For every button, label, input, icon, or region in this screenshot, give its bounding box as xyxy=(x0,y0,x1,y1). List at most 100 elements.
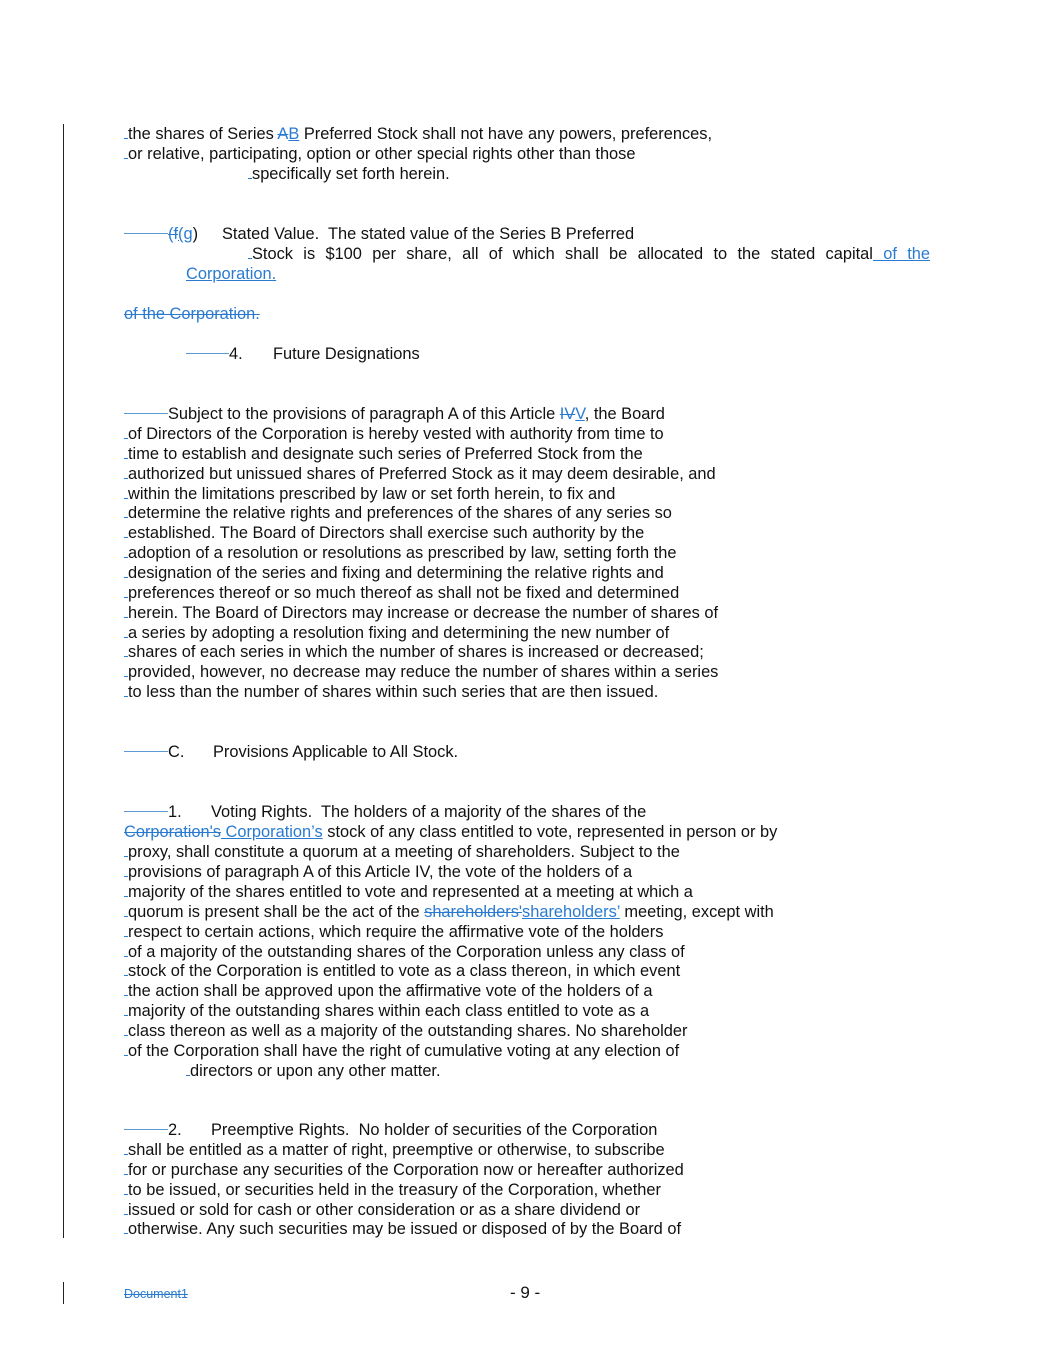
text-line: otherwise. Any such securities may be is… xyxy=(124,1219,681,1239)
text-run: shares of each series in which the numbe… xyxy=(128,643,704,662)
deleted-text: Corporation's xyxy=(124,823,221,841)
text-run: Voting Rights. The holders of a majority… xyxy=(211,803,647,821)
text-run: herein. The Board of Directors may incre… xyxy=(128,603,719,622)
text-line: of a majority of the outstanding shares … xyxy=(124,942,685,962)
text-run: otherwise. Any such securities may be is… xyxy=(128,1220,682,1239)
deleted-text: shareholders' xyxy=(424,902,523,921)
text-line: proxy, shall constitute a quorum at a me… xyxy=(124,842,680,862)
text-line: to be issued, or securities held in the … xyxy=(124,1180,661,1200)
text-run: respect to certain actions, which requir… xyxy=(128,922,664,941)
text-run: ) xyxy=(192,225,199,243)
text-run: majority of the outstanding shares withi… xyxy=(128,1002,650,1021)
text-run: specifically set forth herein. xyxy=(252,165,450,183)
text-line: C. Provisions Applicable to All Stock. xyxy=(124,742,458,762)
text-line: adoption of a resolution or resolutions … xyxy=(124,543,677,563)
text-run: provisions of paragraph A of this Articl… xyxy=(128,862,633,881)
text-run: to be issued, or securities held in the … xyxy=(128,1180,661,1199)
deleted-tab-mark xyxy=(124,811,168,813)
text-line: majority of the outstanding shares withi… xyxy=(124,1001,649,1021)
text-line: authorized but unissued shares of Prefer… xyxy=(124,464,716,484)
text-run: Provisions Applicable to All Stock. xyxy=(213,743,459,761)
text-run: designation of the series and fixing and… xyxy=(128,563,664,582)
text-run: authorized but unissued shares of Prefer… xyxy=(128,464,716,483)
text-line: the action shall be approved upon the af… xyxy=(124,981,653,1001)
text-line: of the Corporation shall have the right … xyxy=(124,1041,679,1061)
text-run: the shares of Series xyxy=(128,125,278,143)
footer-document-name: Document1 xyxy=(124,1287,188,1301)
text-run: of the Corporation shall have the right … xyxy=(128,1042,680,1060)
text-run: established. The Board of Directors shal… xyxy=(128,524,645,543)
text-line: of the Corporation. xyxy=(124,304,260,324)
text-run: stock of any class entitled to vote, rep… xyxy=(322,823,778,841)
text-line: established. The Board of Directors shal… xyxy=(124,523,644,543)
text-line: shares of each series in which the numbe… xyxy=(124,642,704,662)
inserted-text: Corporation’s xyxy=(220,823,323,841)
text-run: a series by adopting a resolution fixing… xyxy=(128,623,670,642)
text-run: class thereon as well as a majority of t… xyxy=(128,1022,688,1041)
change-bar xyxy=(63,124,64,1238)
deleted-text: of the Corporation. xyxy=(124,305,260,323)
text-run: issued or sold for cash or other conside… xyxy=(128,1200,641,1219)
text-line: quorum is present shall be the act of th… xyxy=(124,902,774,922)
deleted-text: IV xyxy=(559,405,576,423)
inserted-text: (g xyxy=(178,225,193,243)
text-line: determine the relative rights and prefer… xyxy=(124,503,672,523)
text-line: class thereon as well as a majority of t… xyxy=(124,1021,687,1041)
deleted-tab-mark xyxy=(186,353,229,355)
deleted-text: A xyxy=(277,125,289,143)
text-run: within the limitations prescribed by law… xyxy=(128,484,616,503)
text-line: Subject to the provisions of paragraph A… xyxy=(124,404,665,424)
text-run: Preemptive Rights. No holder of securiti… xyxy=(211,1121,658,1139)
text-run: majority of the shares entitled to vote … xyxy=(128,882,693,901)
text-line: herein. The Board of Directors may incre… xyxy=(124,603,718,623)
text-line: designation of the series and fixing and… xyxy=(124,563,664,583)
text-run: Stock is $100 per share, all of which sh… xyxy=(252,245,873,263)
text-line: a series by adopting a resolution fixing… xyxy=(124,623,669,643)
text-line: provided, however, no decrease may reduc… xyxy=(124,662,718,682)
text-run: directors or upon any other matter. xyxy=(190,1062,441,1080)
text-line: Corporation. xyxy=(186,264,276,284)
text-line: preferences thereof or so much thereof a… xyxy=(124,583,679,603)
text-run: meeting, except with xyxy=(619,902,774,921)
text-line: to less than the number of shares within… xyxy=(124,682,658,702)
text-line: provisions of paragraph A of this Articl… xyxy=(124,862,632,882)
page-number: - 9 - xyxy=(510,1283,541,1302)
text-line: stock of the Corporation is entitled to … xyxy=(124,961,680,981)
text-line: majority of the shares entitled to vote … xyxy=(124,882,693,902)
text-run: Subject to the provisions of paragraph A… xyxy=(168,405,560,423)
text-line: directors or upon any other matter. xyxy=(186,1061,441,1081)
text-run: to less than the number of shares within… xyxy=(128,683,659,702)
text-run: 4. xyxy=(229,345,243,363)
text-run: Preferred Stock shall not have any power… xyxy=(299,125,713,143)
text-line: time to establish and designate such ser… xyxy=(124,444,643,464)
text-line: Stock is $100 per share, all of which sh… xyxy=(248,244,930,264)
inserted-text: shareholders’ xyxy=(522,902,620,921)
text-line: 4. Future Designations xyxy=(186,344,420,364)
text-line: within the limitations prescribed by law… xyxy=(124,484,615,504)
text-run: the action shall be approved upon the af… xyxy=(128,982,653,1001)
text-run: 1. xyxy=(168,803,182,821)
deleted-tab-mark xyxy=(124,233,168,235)
text-run: determine the relative rights and prefer… xyxy=(128,504,672,523)
text-line: or relative, participating, option or ot… xyxy=(124,144,636,164)
text-run: of a majority of the outstanding shares … xyxy=(128,942,685,961)
text-line: of Directors of the Corporation is hereb… xyxy=(124,424,664,444)
text-line: issued or sold for cash or other conside… xyxy=(124,1200,640,1220)
deleted-tab-mark xyxy=(124,1129,168,1131)
text-run: Stated Value. The stated value of the Se… xyxy=(222,225,635,243)
change-bar-footer xyxy=(63,1282,64,1304)
inserted-text: V xyxy=(575,405,585,423)
text-run: Future Designations xyxy=(273,345,420,363)
text-run: or relative, participating, option or ot… xyxy=(128,145,636,163)
text-run: proxy, shall constitute a quorum at a me… xyxy=(128,843,680,861)
text-line: the shares of Series AB Preferred Stock … xyxy=(124,124,712,144)
deleted-tab-mark xyxy=(124,413,168,415)
text-run: quorum is present shall be the act of th… xyxy=(128,902,425,921)
text-line: shall be entitled as a matter of right, … xyxy=(124,1140,665,1160)
text-line: respect to certain actions, which requir… xyxy=(124,922,663,942)
text-run: stock of the Corporation is entitled to … xyxy=(128,962,681,981)
text-run: of Directors of the Corporation is hereb… xyxy=(128,425,664,443)
text-line: Corporation's Corporation’s stock of any… xyxy=(124,822,777,842)
text-line: for or purchase any securities of the Co… xyxy=(124,1160,684,1180)
text-run: time to establish and designate such ser… xyxy=(128,444,643,463)
